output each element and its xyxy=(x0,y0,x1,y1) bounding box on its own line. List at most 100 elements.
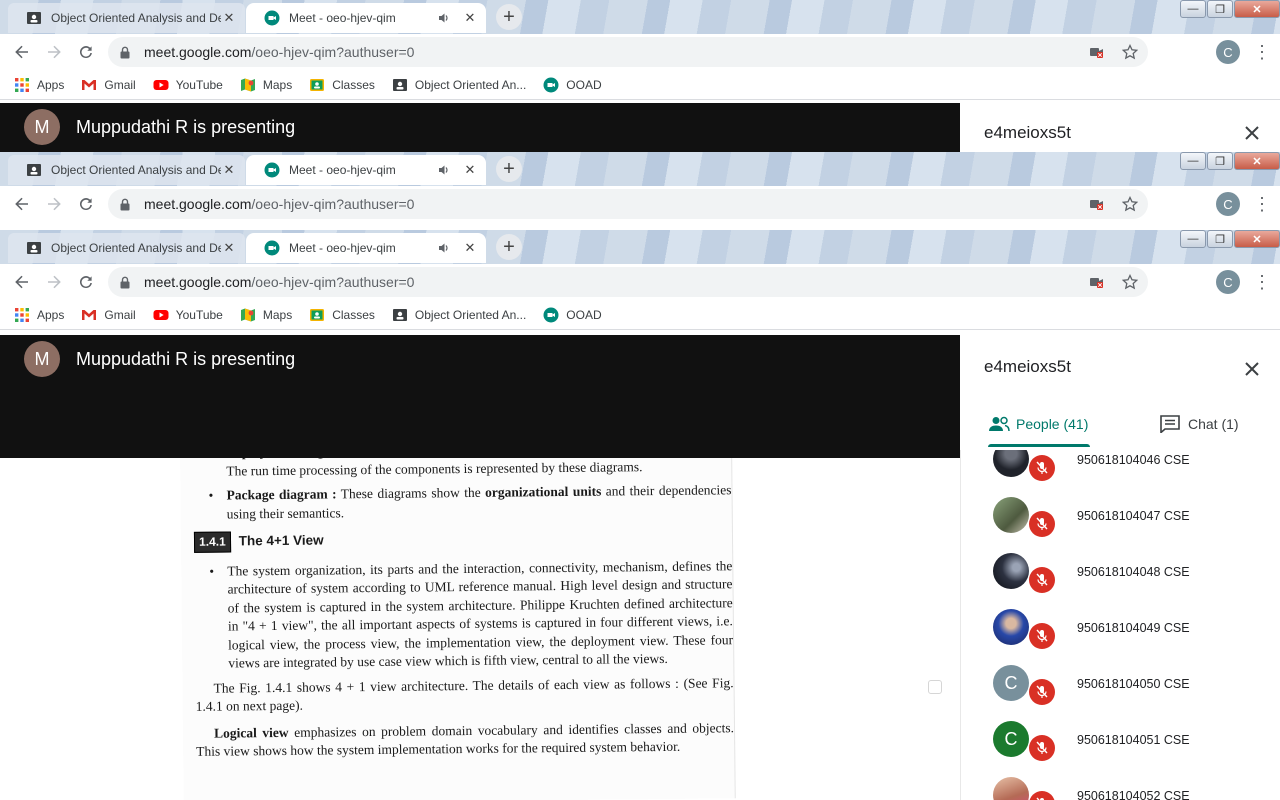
window-close-icon[interactable]: ✕ xyxy=(1234,0,1280,18)
presenting-text: Muppudathi R is presenting xyxy=(76,348,296,369)
bookmark-item[interactable]: Object Oriented An... xyxy=(392,307,526,323)
lock-icon[interactable] xyxy=(120,46,134,59)
close-tab-icon[interactable]: ✕ xyxy=(221,162,237,178)
menu-kebab-icon[interactable]: ⋮ xyxy=(1252,42,1272,63)
minimize-icon[interactable]: — xyxy=(1180,152,1206,170)
reload-icon[interactable] xyxy=(70,36,102,68)
presenter-avatar: M xyxy=(24,341,60,377)
apps-grid-icon xyxy=(14,307,30,323)
camera-blocked-icon[interactable] xyxy=(1090,46,1106,58)
restore-icon[interactable]: ❐ xyxy=(1207,0,1233,18)
minimize-icon[interactable]: — xyxy=(1180,230,1206,248)
bookmark-item[interactable]: Object Oriented An... xyxy=(392,77,526,93)
participant-row[interactable]: 950618104046 CSE xyxy=(961,450,1280,487)
address-bar[interactable]: meet.google.com/oeo-hjev-qim?authuser=0 xyxy=(108,37,1148,67)
close-panel-icon[interactable] xyxy=(1244,121,1260,147)
deployment-text-2: The run time processing of the component… xyxy=(226,458,643,479)
bookmark-label: Gmail xyxy=(104,77,136,92)
forward-arrow-icon[interactable] xyxy=(38,36,70,68)
camera-blocked-icon[interactable] xyxy=(1090,276,1106,288)
star-icon[interactable] xyxy=(1122,44,1138,60)
participant-name: 950618104051 CSE xyxy=(1077,733,1190,747)
bookmark-item[interactable]: Gmail xyxy=(81,307,136,323)
meet-icon xyxy=(543,77,559,93)
participant-avatar: C xyxy=(993,721,1029,757)
bookmark-item[interactable]: Apps xyxy=(14,307,64,323)
bookmark-item[interactable]: YouTube xyxy=(153,77,223,93)
presenter-avatar: M xyxy=(24,109,60,145)
list-item: Deployment diagram : It addresses the st… xyxy=(198,458,731,481)
browser-tab[interactable]: Object Oriented Analysis and Des ✕ xyxy=(8,233,245,263)
close-tab-icon[interactable]: ✕ xyxy=(462,162,478,178)
reload-icon[interactable] xyxy=(70,266,102,298)
close-tab-icon[interactable]: ✕ xyxy=(462,10,478,26)
new-tab-button[interactable]: + xyxy=(496,4,522,30)
address-bar[interactable]: meet.google.com/oeo-hjev-qim?authuser=0 xyxy=(108,189,1148,219)
participant-row[interactable]: 950618104048 CSE xyxy=(961,543,1280,599)
window-close-icon[interactable]: ✕ xyxy=(1234,230,1280,248)
browser-tab[interactable]: Object Oriented Analysis and Des ✕ xyxy=(8,155,245,185)
speaker-icon[interactable] xyxy=(438,164,452,176)
menu-kebab-icon[interactable]: ⋮ xyxy=(1252,272,1272,293)
bookmark-item[interactable]: Gmail xyxy=(81,77,136,93)
tab-title: Meet - oeo-hjev-qim xyxy=(289,241,396,255)
presenter-info: M Muppudathi R is presenting xyxy=(24,341,295,377)
back-arrow-icon[interactable] xyxy=(6,266,38,298)
close-tab-icon[interactable]: ✕ xyxy=(462,240,478,256)
close-tab-icon[interactable]: ✕ xyxy=(221,10,237,26)
browser-tab[interactable]: Object Oriented Analysis and Des ✕ xyxy=(8,3,245,33)
participant-row[interactable]: 950618104049 CSE xyxy=(961,599,1280,655)
menu-kebab-icon[interactable]: ⋮ xyxy=(1252,194,1272,215)
lock-icon[interactable] xyxy=(120,198,134,211)
bookmark-item[interactable]: OOAD xyxy=(543,77,602,93)
bookmark-item[interactable]: Apps xyxy=(14,77,64,93)
forward-arrow-icon[interactable] xyxy=(38,266,70,298)
browser-tab[interactable]: Meet - oeo-hjev-qim ✕ xyxy=(246,233,486,263)
speaker-icon[interactable] xyxy=(438,12,452,24)
lock-icon[interactable] xyxy=(120,276,134,289)
bookmark-label: Object Oriented An... xyxy=(414,77,527,92)
bookmark-item[interactable]: Classes xyxy=(309,307,375,323)
new-tab-button[interactable]: + xyxy=(496,156,522,182)
tab-people[interactable]: People (41) xyxy=(988,400,1088,448)
profile-avatar[interactable]: C xyxy=(1216,40,1240,64)
youtube-icon xyxy=(153,77,169,93)
camera-blocked-icon[interactable] xyxy=(1090,198,1106,210)
tab-title: Meet - oeo-hjev-qim xyxy=(289,163,396,177)
page-control-icon[interactable] xyxy=(928,680,942,694)
bookmark-item[interactable]: Maps xyxy=(240,307,292,323)
bookmark-item[interactable]: YouTube xyxy=(153,307,223,323)
toolbar-right: C ⋮ xyxy=(1206,34,1280,70)
profile-avatar[interactable]: C xyxy=(1216,270,1240,294)
apps-grid-icon xyxy=(14,77,30,93)
bookmark-item[interactable]: Classes xyxy=(309,77,375,93)
participant-row[interactable]: 950618104052 CSE xyxy=(961,767,1280,800)
tab-chat[interactable]: Chat (1) xyxy=(1160,400,1239,448)
participant-row[interactable]: C 950618104050 CSE xyxy=(961,655,1280,711)
participant-row[interactable]: 950618104047 CSE xyxy=(961,487,1280,543)
url-path: /oeo-hjev-qim?authuser=0 xyxy=(251,196,415,212)
star-icon[interactable] xyxy=(1122,196,1138,212)
browser-tab[interactable]: Meet - oeo-hjev-qim ✕ xyxy=(246,155,486,185)
reload-icon[interactable] xyxy=(70,188,102,220)
close-tab-icon[interactable]: ✕ xyxy=(221,240,237,256)
address-bar[interactable]: meet.google.com/oeo-hjev-qim?authuser=0 xyxy=(108,267,1148,297)
profile-avatar[interactable]: C xyxy=(1216,192,1240,216)
window-close-icon[interactable]: ✕ xyxy=(1234,152,1280,170)
minimize-icon[interactable]: — xyxy=(1180,0,1206,18)
forward-arrow-icon[interactable] xyxy=(38,188,70,220)
participant-row[interactable]: C 950618104051 CSE xyxy=(961,711,1280,767)
restore-icon[interactable]: ❐ xyxy=(1207,152,1233,170)
restore-icon[interactable]: ❐ xyxy=(1207,230,1233,248)
section-heading: 1.4.1 The 4+1 View xyxy=(193,526,732,553)
browser-tab[interactable]: Meet - oeo-hjev-qim ✕ xyxy=(246,3,486,33)
close-panel-icon[interactable] xyxy=(1244,357,1260,383)
bookmark-item[interactable]: Maps xyxy=(240,77,292,93)
participant-photo xyxy=(993,609,1029,645)
back-arrow-icon[interactable] xyxy=(6,188,38,220)
speaker-icon[interactable] xyxy=(438,242,452,254)
new-tab-button[interactable]: + xyxy=(496,234,522,260)
back-arrow-icon[interactable] xyxy=(6,36,38,68)
star-icon[interactable] xyxy=(1122,274,1138,290)
bookmark-item[interactable]: OOAD xyxy=(543,307,602,323)
